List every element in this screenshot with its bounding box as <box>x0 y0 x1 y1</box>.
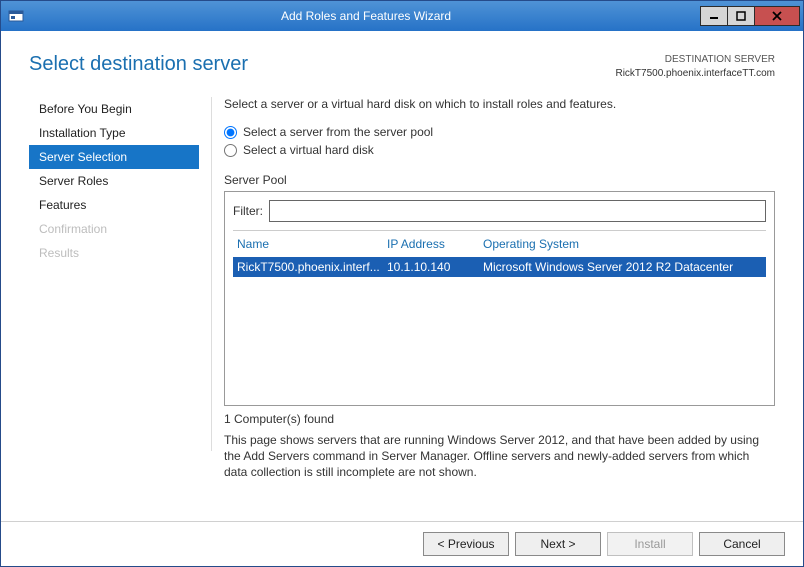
computers-found-text: 1 Computer(s) found <box>224 412 775 426</box>
titlebar: Add Roles and Features Wizard <box>1 1 803 31</box>
filter-row: Filter: <box>233 200 766 222</box>
radio-server-pool-input[interactable] <box>224 126 237 139</box>
step-features[interactable]: Features <box>29 193 199 217</box>
instruction-text: Select a server or a virtual hard disk o… <box>224 97 775 111</box>
minimize-button[interactable] <box>700 6 728 26</box>
app-icon <box>1 8 31 24</box>
server-pool-label: Server Pool <box>224 173 775 187</box>
step-server-selection[interactable]: Server Selection <box>29 145 199 169</box>
destination-label: DESTINATION SERVER <box>615 53 775 67</box>
page-title: Select destination server <box>29 53 248 76</box>
page-header: Select destination server DESTINATION SE… <box>1 31 803 89</box>
radio-server-pool-label: Select a server from the server pool <box>243 125 433 139</box>
radio-vhd-label: Select a virtual hard disk <box>243 143 374 157</box>
footer: < Previous Next > Install Cancel <box>1 521 803 566</box>
install-button: Install <box>607 532 693 556</box>
server-row[interactable]: RickT7500.phoenix.interf... 10.1.10.140 … <box>233 257 766 277</box>
server-name: RickT7500.phoenix.interf... <box>237 260 387 274</box>
radio-vhd-input[interactable] <box>224 144 237 157</box>
destination-host: RickT7500.phoenix.interfaceTT.com <box>615 67 775 81</box>
radio-server-pool[interactable]: Select a server from the server pool <box>224 125 775 139</box>
step-installation-type[interactable]: Installation Type <box>29 121 199 145</box>
cancel-button[interactable]: Cancel <box>699 532 785 556</box>
step-results: Results <box>29 241 199 265</box>
window-controls <box>701 6 800 26</box>
filter-input[interactable] <box>269 200 766 222</box>
col-header-name[interactable]: Name <box>237 237 387 251</box>
server-table: Name IP Address Operating System RickT75… <box>233 230 766 397</box>
close-button[interactable] <box>754 6 800 26</box>
step-before-you-begin[interactable]: Before You Begin <box>29 97 199 121</box>
description-text: This page shows servers that are running… <box>224 432 775 481</box>
vertical-divider <box>211 97 212 451</box>
server-pool-box: Filter: Name IP Address Operating System… <box>224 191 775 406</box>
body: Before You Begin Installation Type Serve… <box>1 89 803 521</box>
col-header-ip[interactable]: IP Address <box>387 237 483 251</box>
previous-button[interactable]: < Previous <box>423 532 509 556</box>
window-title: Add Roles and Features Wizard <box>31 9 701 23</box>
col-header-os[interactable]: Operating System <box>483 237 762 251</box>
server-table-header: Name IP Address Operating System <box>233 231 766 257</box>
filter-label: Filter: <box>233 204 263 218</box>
main-content: Select a server or a virtual hard disk o… <box>224 89 775 521</box>
server-ip: 10.1.10.140 <box>387 260 483 274</box>
step-confirmation: Confirmation <box>29 217 199 241</box>
maximize-button[interactable] <box>727 6 755 26</box>
step-server-roles[interactable]: Server Roles <box>29 169 199 193</box>
server-os: Microsoft Windows Server 2012 R2 Datacen… <box>483 260 762 274</box>
next-button[interactable]: Next > <box>515 532 601 556</box>
wizard-steps: Before You Begin Installation Type Serve… <box>29 89 199 521</box>
destination-info: DESTINATION SERVER RickT7500.phoenix.int… <box>615 53 775 81</box>
radio-vhd[interactable]: Select a virtual hard disk <box>224 143 775 157</box>
wizard-window: Add Roles and Features Wizard Select des… <box>0 0 804 567</box>
server-table-empty-area <box>233 277 766 397</box>
